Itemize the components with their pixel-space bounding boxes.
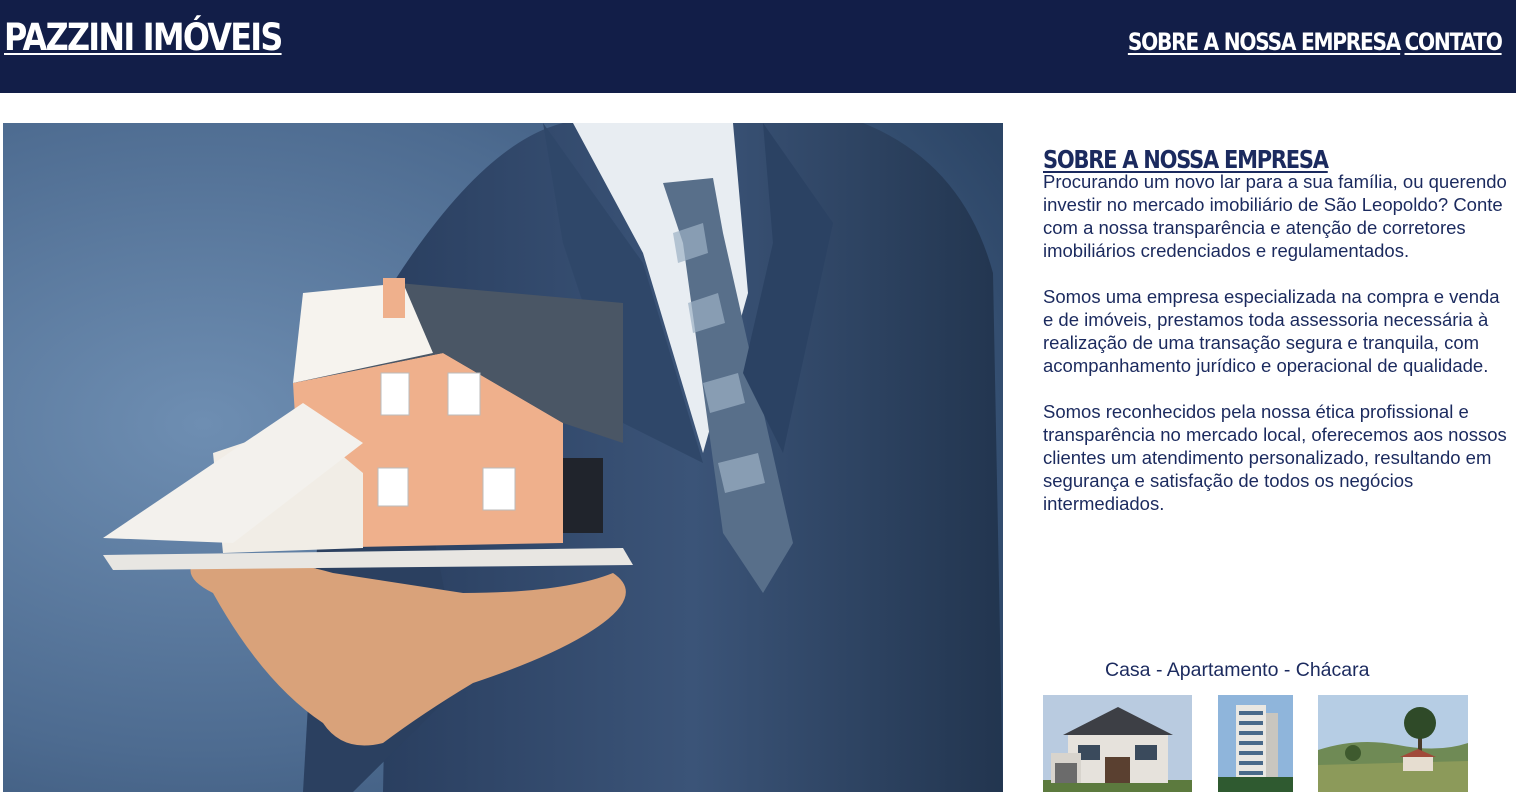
hero-image: [3, 123, 1003, 792]
nav-link-sobre[interactable]: SOBRE A NOSSA EMPRESA: [1128, 28, 1402, 56]
thumbnail-casa[interactable]: [1043, 695, 1192, 792]
thumbnail-chacara[interactable]: [1318, 695, 1468, 792]
site-logo[interactable]: PAZZINI IMÓVEIS: [4, 16, 283, 59]
about-paragraph: Procurando um novo lar para a sua famíli…: [1043, 171, 1507, 261]
about-paragraph: Somos uma empresa especializada na compr…: [1043, 286, 1500, 376]
thumbnail-apartamento[interactable]: [1218, 695, 1293, 792]
site-header: PAZZINI IMÓVEIS SOBRE A NOSSA EMPRESA CO…: [0, 0, 1516, 93]
property-types-caption: Casa - Apartamento - Chácara: [1105, 659, 1370, 681]
nav-link-contato[interactable]: CONTATO: [1405, 28, 1503, 56]
main-nav: SOBRE A NOSSA EMPRESA CONTATO: [1076, 28, 1503, 56]
about-paragraph: Somos reconhecidos pela nossa ética prof…: [1043, 401, 1507, 514]
about-text: Procurando um novo lar para a sua famíli…: [1043, 170, 1508, 538]
